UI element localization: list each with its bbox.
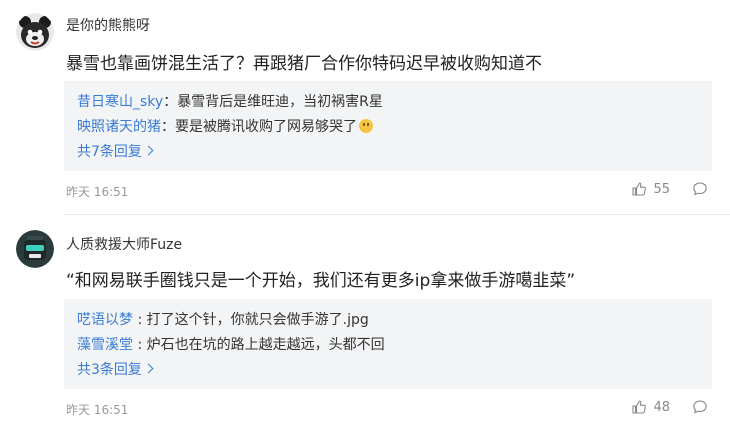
comment-bubble-icon [693, 400, 707, 414]
comment-actions: 55 [631, 181, 708, 197]
reply-username[interactable]: 藻雪溪堂 [77, 337, 133, 353]
timestamp: 昨天 16:51 [66, 185, 129, 199]
like-button[interactable]: 55 [631, 181, 670, 197]
like-count: 55 [653, 181, 670, 197]
reply-text: 要是被腾讯收购了网易够哭了 [175, 119, 357, 135]
comment-actions: 48 [631, 399, 708, 415]
comment-item: 是你的熊熊呀 暴雪也靠画饼混生活了？再跟猪厂合作你特码迟早被收购知道不 昔日寒山… [0, 0, 730, 214]
reply-separator: ： [163, 94, 178, 110]
username[interactable]: 是你的熊熊呀 [66, 15, 150, 35]
reply-username[interactable]: 昔日寒山_sky [77, 94, 163, 110]
robot-avatar-icon [16, 230, 54, 268]
reply-item: 映照诸天的猪：要是被腾讯收购了网易够哭了 [77, 116, 373, 136]
like-count: 48 [653, 399, 670, 415]
reply-text: 暴雪背后是维旺迪，当初祸害R星 [177, 94, 383, 110]
thumbs-up-icon [632, 400, 647, 414]
reply-separator: ： [161, 119, 175, 135]
timestamp: 昨天 16:51 [66, 403, 129, 417]
reply-text: 打了这个针，你就只会做手游了.jpg [146, 312, 369, 328]
avatar[interactable] [16, 13, 54, 51]
reply-username[interactable]: 呓语以梦 [77, 312, 133, 328]
username[interactable]: 人质救援大师Fuze [66, 234, 182, 254]
thumbs-up-icon [632, 182, 647, 196]
reply-button[interactable] [692, 399, 708, 415]
panda-avatar-icon [16, 13, 54, 51]
avatar[interactable] [16, 230, 54, 268]
reply-item: 呓语以梦 : 打了这个针，你就只会做手游了.jpg [77, 309, 369, 329]
reply-separator: : [133, 337, 147, 353]
reply-separator: : [133, 312, 147, 328]
reply-item: 昔日寒山_sky：暴雪背后是维旺迪，当初祸害R星 [77, 91, 383, 111]
like-button[interactable]: 48 [631, 399, 670, 415]
reply-text: 炉石也在坑的路上越走越远，头都不回 [146, 337, 385, 353]
comment-bubble-icon [693, 182, 707, 196]
chevron-right-icon [143, 145, 154, 156]
reply-box: 昔日寒山_sky：暴雪背后是维旺迪，当初祸害R星 映照诸天的猪：要是被腾讯收购了… [64, 81, 712, 171]
more-replies-link[interactable]: 共7条回复 [77, 141, 154, 161]
comment-item: 人质救援大师Fuze “和网易联手圈钱只是一个开始，我们还有更多ip拿来做手游噶… [0, 215, 730, 434]
more-replies-label[interactable]: 共7条回复 [77, 144, 142, 160]
reply-box: 呓语以梦 : 打了这个针，你就只会做手游了.jpg 藻雪溪堂 : 炉石也在坑的路… [64, 299, 712, 389]
comment-text: 暴雪也靠画饼混生活了？再跟猪厂合作你特码迟早被收购知道不 [66, 54, 542, 74]
reply-button[interactable] [692, 181, 708, 197]
emoji-icon [359, 119, 373, 133]
more-replies-label[interactable]: 共3条回复 [77, 362, 142, 378]
reply-username[interactable]: 映照诸天的猪 [77, 119, 161, 135]
comment-text: “和网易联手圈钱只是一个开始，我们还有更多ip拿来做手游噶韭菜” [66, 271, 576, 291]
chevron-right-icon [143, 363, 154, 374]
more-replies-link[interactable]: 共3条回复 [77, 359, 154, 379]
reply-item: 藻雪溪堂 : 炉石也在坑的路上越走越远，头都不回 [77, 334, 385, 354]
